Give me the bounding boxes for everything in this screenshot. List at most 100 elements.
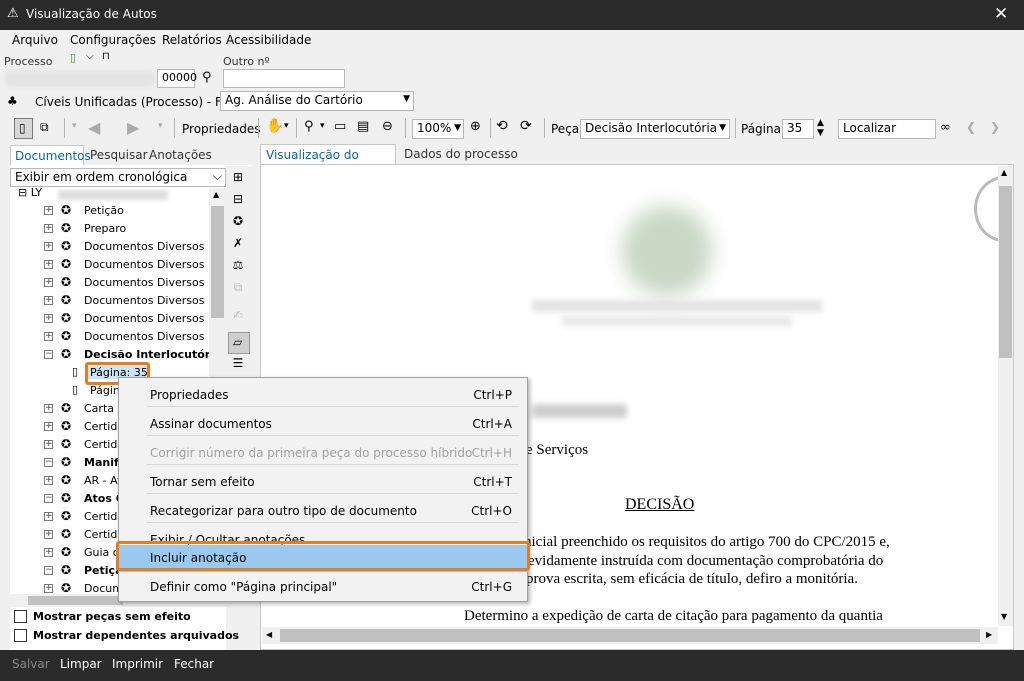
expand-icon[interactable]: + xyxy=(44,548,53,557)
expand-icon[interactable]: + xyxy=(44,440,53,449)
fit-width-icon[interactable]: ▭ xyxy=(334,119,346,134)
context-menu-item[interactable]: Assinar documentos Ctrl+A xyxy=(119,411,529,438)
expand-icon[interactable]: + xyxy=(44,530,53,539)
fila-select[interactable]: Ag. Análise do Cartório ▼ xyxy=(220,91,414,111)
certificate-icon[interactable]: ✪ xyxy=(229,214,247,232)
context-menu-item[interactable]: Corrigir número da primeira peça do proc… xyxy=(119,440,529,467)
search-icon[interactable]: ⚲ xyxy=(202,70,212,85)
context-menu-item[interactable]: Definir como "Página principal" Ctrl+G xyxy=(119,574,529,601)
context-menu-item[interactable]: Recategorizar para outro tipo de documen… xyxy=(119,498,529,525)
expand-icon[interactable]: + xyxy=(44,260,53,269)
zoom-icon[interactable]: ⚲ xyxy=(304,119,314,134)
peca-select[interactable]: Decisão Interlocutória ▼ xyxy=(580,119,730,139)
context-menu-item[interactable]: Propriedades Ctrl+P xyxy=(119,382,529,409)
doc-view-button[interactable]: ▯ xyxy=(14,118,33,139)
menu-arquivo[interactable]: Arquivo xyxy=(12,33,58,47)
zoom-dropdown-icon[interactable]: ▾ xyxy=(320,121,325,131)
zoom-in-icon[interactable]: ⊕ xyxy=(470,119,481,134)
tab-dados[interactable]: Dados do processo xyxy=(404,147,518,161)
prev-icon[interactable]: ◀ xyxy=(88,118,100,137)
next-dropdown-icon[interactable]: ▾ xyxy=(158,121,163,131)
expand-icon[interactable]: + xyxy=(44,512,53,521)
zoom-select[interactable]: 100% ▼ xyxy=(412,119,464,139)
localizar-input[interactable]: Localizar xyxy=(838,119,936,139)
rotate-right-icon[interactable]: ⟳ xyxy=(520,118,532,134)
dropdown-small-icon[interactable]: ▾ xyxy=(72,121,77,131)
find-prev-icon[interactable]: ❮ xyxy=(966,120,976,134)
tree-item[interactable]: + ✪ Documentos Diversos xyxy=(10,310,210,328)
pagina-input[interactable]: 35 xyxy=(782,119,814,139)
order-select[interactable]: Exibir em ordem cronológica ⌵ xyxy=(10,168,226,187)
tab-visualizacao[interactable]: Visualização do Processo xyxy=(260,144,396,176)
next-icon[interactable]: ▶ xyxy=(127,118,139,137)
context-menu-item[interactable]: Tornar sem efeito Ctrl+T xyxy=(119,469,529,496)
scroll-up-icon[interactable]: ▲ xyxy=(1001,168,1007,177)
tab-pesquisar[interactable]: Pesquisar xyxy=(90,148,148,162)
new-doc-icon[interactable]: ▯ xyxy=(70,51,76,64)
expand-icon[interactable]: − xyxy=(44,494,53,503)
gavel-icon[interactable]: ⚖ xyxy=(229,258,247,276)
tree-expand-icon[interactable]: ⊞ xyxy=(229,170,247,188)
tree-item[interactable]: + ✪ Documentos Diversos xyxy=(10,328,210,346)
binoculars-icon[interactable]: ∞ xyxy=(940,120,951,135)
chevron-down-icon[interactable]: ⌵ xyxy=(86,51,94,62)
imprimir-button[interactable]: Imprimir xyxy=(112,657,163,671)
scroll-thumb[interactable] xyxy=(999,186,1012,358)
copy-icon[interactable]: ⧉ xyxy=(229,280,247,298)
hand-icon[interactable]: ✋ xyxy=(266,118,283,134)
expand-icon[interactable]: + xyxy=(44,206,53,215)
tree-item[interactable]: + ✪ Preparo xyxy=(10,220,210,238)
rotate-left-icon[interactable]: ⟲ xyxy=(496,118,508,134)
processo-suffix-input[interactable]: 00000 xyxy=(157,69,197,88)
checkbox-pecas-sem-efeito[interactable] xyxy=(14,610,27,623)
list-icon[interactable]: ☰ xyxy=(229,356,247,374)
annotation-toggle-button[interactable]: ▱ xyxy=(228,332,250,354)
tree-item[interactable]: + ✪ Documentos Diversos xyxy=(10,292,210,310)
tree-item[interactable]: + ✪ Documentos Diversos xyxy=(10,256,210,274)
expand-icon[interactable]: + xyxy=(44,278,53,287)
expand-icon[interactable]: + xyxy=(44,404,53,413)
expand-icon[interactable]: + xyxy=(44,224,53,233)
fit-page-icon[interactable]: ▤ xyxy=(357,119,369,134)
viewer-hscrollbar[interactable]: ◀ ▶ xyxy=(262,627,998,644)
outro-input[interactable] xyxy=(223,69,345,88)
zoom-out-icon[interactable]: ⊖ xyxy=(382,119,393,134)
expand-icon[interactable]: + xyxy=(44,332,53,341)
sign-icon[interactable]: ✍ xyxy=(229,308,247,326)
menu-relatorios[interactable]: Relatórios xyxy=(162,33,222,47)
scroll-up-icon[interactable]: ▲ xyxy=(213,190,219,199)
expand-icon[interactable]: + xyxy=(44,476,53,485)
menu-acessibilidade[interactable]: Acessibilidade xyxy=(226,33,311,47)
tree-root[interactable]: ⊟ LY xyxy=(18,188,198,202)
hand-dropdown-icon[interactable]: ▾ xyxy=(284,121,289,131)
menu-configuracoes[interactable]: Configurações xyxy=(70,33,156,47)
scroll-right-icon[interactable]: ▶ xyxy=(986,630,992,639)
fechar-button[interactable]: Fechar xyxy=(174,657,214,671)
expand-icon[interactable]: + xyxy=(44,314,53,323)
expand-icon[interactable]: − xyxy=(44,350,53,359)
scroll-thumb[interactable] xyxy=(211,206,224,318)
tab-anotacoes[interactable]: Anotações xyxy=(149,148,212,162)
limpar-button[interactable]: Limpar xyxy=(60,657,102,671)
find-next-icon[interactable]: ❯ xyxy=(990,120,1000,134)
propriedades-button[interactable]: Propriedades xyxy=(182,122,261,136)
expand-icon[interactable]: + xyxy=(44,584,53,593)
pin-icon[interactable]: ⊓ xyxy=(102,51,110,62)
tree-item[interactable]: + ✪ Documentos Diversos xyxy=(10,238,210,256)
expand-icon[interactable]: + xyxy=(44,242,53,251)
close-icon[interactable]: ✕ xyxy=(994,4,1008,24)
expand-icon[interactable]: − xyxy=(44,458,53,467)
expand-icon[interactable]: + xyxy=(44,296,53,305)
expand-icon[interactable]: − xyxy=(44,566,53,575)
salvar-button[interactable]: Salvar xyxy=(12,657,50,671)
tree-item[interactable]: + ✪ Petição xyxy=(10,202,210,220)
page-split-icon[interactable]: ⧉ xyxy=(40,120,49,135)
tab-documentos[interactable]: Documentos xyxy=(10,145,91,165)
tree-collapse-icon[interactable]: ⊟ xyxy=(229,192,247,210)
scroll-left-icon[interactable]: ◀ xyxy=(266,630,272,639)
pagina-spinner[interactable]: ▲ ▼ xyxy=(817,118,824,138)
expand-icon[interactable]: + xyxy=(44,422,53,431)
remove-doc-icon[interactable]: ✗ xyxy=(229,236,247,254)
viewer-vscrollbar[interactable]: ▲ ▼ xyxy=(998,166,1013,626)
scroll-down-icon[interactable]: ▼ xyxy=(1001,612,1007,621)
